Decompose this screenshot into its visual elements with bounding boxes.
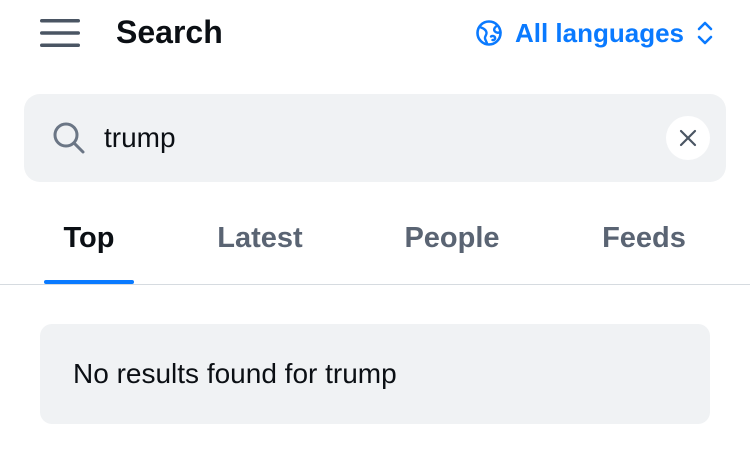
search-bar: [24, 94, 726, 182]
hamburger-menu-icon: [40, 19, 80, 47]
language-selector[interactable]: All languages: [475, 15, 714, 51]
search-icon: [53, 122, 85, 154]
globe-icon: [476, 20, 502, 46]
empty-results-text: No results found for trump: [73, 358, 397, 389]
tab-label: Feeds: [602, 222, 686, 254]
empty-results-message: No results found for trump: [40, 324, 710, 424]
search-tabs: Top Latest People Feeds: [0, 206, 750, 285]
tab-latest[interactable]: Latest: [200, 206, 320, 284]
active-tab-indicator: [44, 280, 134, 284]
tab-top[interactable]: Top: [44, 206, 134, 284]
header: Search All languages: [0, 0, 750, 66]
tab-label: People: [404, 222, 500, 254]
menu-button[interactable]: [40, 17, 80, 49]
tab-label: Top: [63, 222, 115, 254]
language-selector-label: All languages: [514, 18, 684, 48]
clear-search-button[interactable]: [666, 116, 710, 160]
tab-people[interactable]: People: [390, 206, 514, 284]
up-down-chevron-icon: [697, 21, 713, 45]
page-title: Search: [116, 14, 223, 50]
search-screen: Search All languages trump Top Latest Pe…: [0, 0, 750, 461]
tab-label: Latest: [217, 222, 303, 254]
tab-feeds[interactable]: Feeds: [588, 206, 700, 284]
search-input[interactable]: [104, 114, 664, 162]
close-icon: [679, 129, 697, 147]
